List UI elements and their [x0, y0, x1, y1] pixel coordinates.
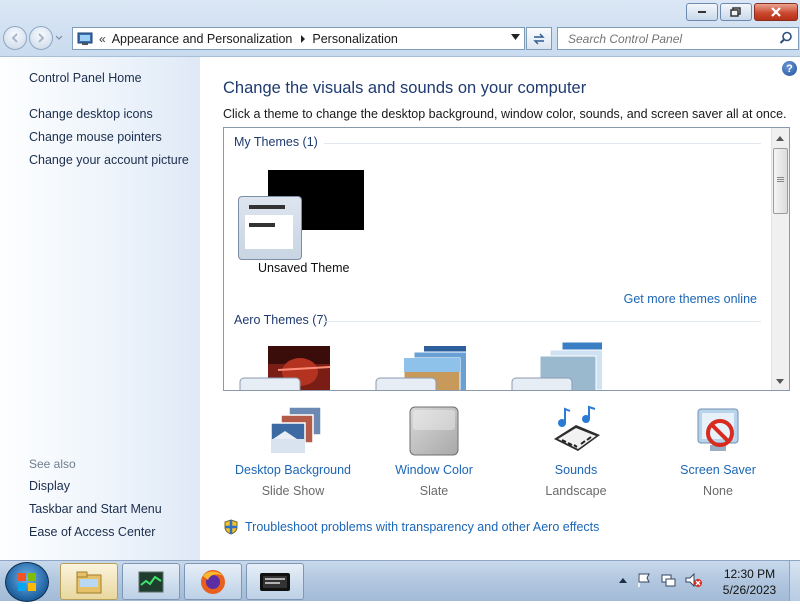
back-arrow-icon: [11, 33, 18, 43]
desktop-background-link[interactable]: Desktop Background: [228, 463, 358, 477]
unsaved-theme-label: Unsaved Theme: [258, 261, 350, 275]
taskbar: 12:30 PM 5/26/2023: [0, 560, 800, 602]
chevron-down-icon: [55, 35, 63, 40]
troubleshoot-aero-label: Troubleshoot problems with transparency …: [245, 520, 600, 534]
close-button[interactable]: [754, 3, 798, 21]
sounds-value: Landscape: [545, 484, 607, 498]
task-manager-icon: [138, 571, 164, 592]
control-panel-icon: [77, 32, 93, 45]
folder-icon: [76, 571, 102, 593]
display-link[interactable]: Display: [29, 479, 70, 493]
minimize-button[interactable]: [686, 3, 718, 21]
help-icon: ?: [786, 62, 793, 75]
sounds-icon: [554, 405, 600, 451]
shield-icon: [224, 519, 238, 535]
action-center-flag-icon[interactable]: [636, 572, 652, 588]
overflow-chevron-icon[interactable]: «: [99, 32, 106, 46]
my-themes-heading: My Themes (1): [234, 135, 318, 149]
taskbar-task-manager-button[interactable]: [122, 563, 180, 600]
window-title-bar: « Appearance and Personalization Persona…: [0, 0, 800, 57]
clock-date: 5/26/2023: [722, 583, 777, 597]
terminal-app-icon: [260, 572, 290, 591]
minimize-icon: [698, 11, 706, 13]
recent-pages-button[interactable]: [55, 34, 63, 42]
window-controls: [686, 3, 798, 21]
show-hidden-icons-icon[interactable]: [618, 576, 628, 584]
desktop-background-icon: [270, 406, 322, 454]
system-tray: [618, 572, 702, 588]
theme-thumbnail-image: [375, 346, 466, 390]
main-content: ? Change the visuals and sounds on your …: [200, 57, 800, 560]
search-icon[interactable]: [779, 31, 793, 45]
start-button[interactable]: [5, 562, 49, 602]
volume-muted-icon[interactable]: [684, 572, 702, 588]
window-color-icon: [409, 406, 459, 456]
search-box[interactable]: [557, 27, 799, 50]
forward-button[interactable]: [29, 26, 53, 50]
troubleshoot-aero-link[interactable]: Troubleshoot problems with transparency …: [223, 519, 599, 535]
change-account-picture-link[interactable]: Change your account picture: [29, 153, 189, 167]
theme-thumbnail-image: [239, 346, 330, 390]
firefox-icon: [201, 569, 225, 594]
aero-theme-item[interactable]: [374, 342, 466, 390]
maximize-button[interactable]: [720, 3, 752, 21]
desktop-background-value: Slide Show: [261, 484, 325, 498]
breadcrumb-appearance[interactable]: Appearance and Personalization: [112, 32, 293, 46]
aero-theme-item[interactable]: [238, 342, 330, 390]
my-themes-divider: [324, 143, 761, 144]
navigation-buttons: [3, 26, 63, 50]
restore-icon: [730, 7, 741, 17]
task-pane: Control Panel Home Change desktop icons …: [0, 57, 200, 560]
screen-saver-value: None: [703, 484, 733, 498]
scroll-up-icon[interactable]: [776, 136, 784, 141]
page-description: Click a theme to change the desktop back…: [223, 107, 787, 121]
windows-logo-icon: [18, 573, 36, 591]
theme-thumbnail-image: [511, 342, 602, 390]
screen-saver-link[interactable]: Screen Saver: [653, 463, 783, 477]
desktop-background-setting[interactable]: Desktop Background Slide Show: [228, 405, 358, 498]
page-title: Change the visuals and sounds on your co…: [223, 79, 587, 97]
forward-arrow-icon: [38, 33, 45, 43]
network-icon[interactable]: [660, 572, 676, 588]
sounds-setting[interactable]: Sounds Landscape: [511, 405, 641, 498]
address-bar[interactable]: « Appearance and Personalization Persona…: [72, 27, 525, 50]
aero-themes-divider: [324, 321, 761, 322]
change-desktop-icons-link[interactable]: Change desktop icons: [29, 107, 153, 121]
show-desktop-button[interactable]: [789, 561, 800, 601]
search-input[interactable]: [566, 30, 775, 47]
refresh-button[interactable]: [526, 27, 552, 50]
scroll-down-icon[interactable]: [776, 379, 784, 384]
scroll-thumb[interactable]: [773, 148, 788, 214]
taskbar-app-button[interactable]: [246, 563, 304, 600]
clock-time: 12:30 PM: [723, 567, 776, 581]
address-dropdown-icon[interactable]: [511, 34, 520, 40]
sounds-link[interactable]: Sounds: [511, 463, 641, 477]
taskbar-explorer-button[interactable]: [60, 563, 118, 600]
screen-saver-setting[interactable]: Screen Saver None: [653, 405, 783, 498]
close-icon: [771, 7, 781, 17]
breadcrumb-personalization[interactable]: Personalization: [312, 32, 397, 46]
aero-theme-item[interactable]: [510, 342, 602, 390]
taskbar-firefox-button[interactable]: [184, 563, 242, 600]
window-color-setting[interactable]: Window Color Slate: [369, 405, 499, 498]
theme-list-scrollbar[interactable]: [771, 128, 789, 390]
aero-themes-heading: Aero Themes (7): [234, 313, 328, 327]
theme-list: My Themes (1) Unsaved Theme Get more the…: [223, 127, 790, 391]
window-color-link[interactable]: Window Color: [369, 463, 499, 477]
change-mouse-pointers-link[interactable]: Change mouse pointers: [29, 130, 162, 144]
taskbar-start-menu-link[interactable]: Taskbar and Start Menu: [29, 502, 162, 516]
taskbar-clock[interactable]: 12:30 PM 5/26/2023: [712, 566, 787, 598]
refresh-icon: [533, 33, 545, 44]
help-button[interactable]: ?: [782, 61, 797, 76]
window-color-value: Slate: [419, 484, 449, 498]
back-button[interactable]: [3, 26, 27, 50]
screen-saver-icon: [697, 408, 739, 451]
unsaved-theme-window-preview: [238, 196, 302, 260]
ease-of-access-link[interactable]: Ease of Access Center: [29, 525, 155, 539]
breadcrumb-arrow-icon[interactable]: [300, 34, 306, 43]
control-panel-home-link[interactable]: Control Panel Home: [29, 71, 142, 85]
get-more-themes-link[interactable]: Get more themes online: [624, 292, 757, 306]
see-also-heading: See also: [29, 457, 76, 471]
